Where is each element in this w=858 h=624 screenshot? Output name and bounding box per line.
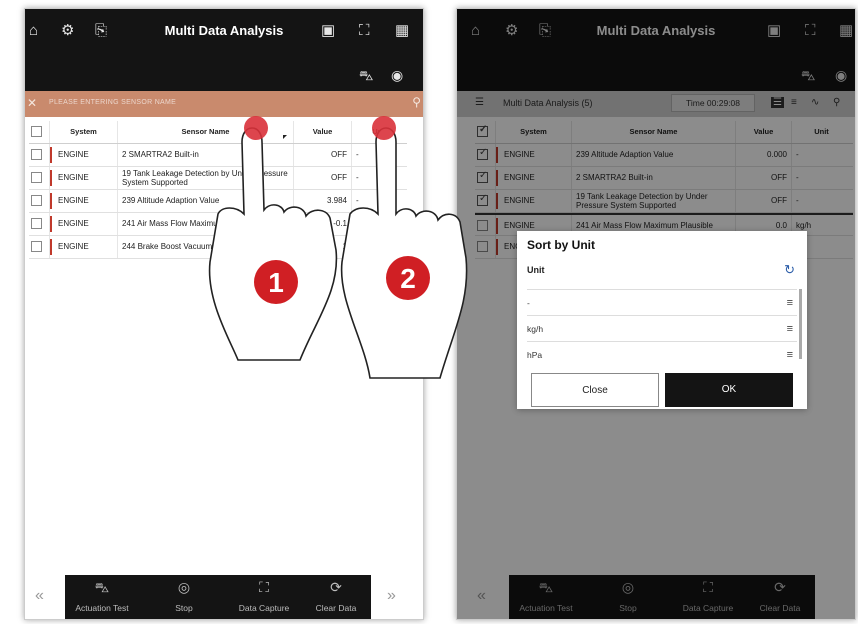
table-header: System Sensor Name Value Unit [29,121,407,144]
stop-icon: ◎ [177,579,191,595]
table-row[interactable]: ENGINE 241 Air Mass Flow Maximum Plausib… [29,213,407,236]
chevron-right-icon[interactable]: » [387,587,396,605]
grid-icon[interactable]: ▦ [395,23,409,39]
table-row[interactable]: ENGINE 244 Brake Boost Vacuum 1 [29,236,407,259]
sort-option[interactable]: - ≡ [527,289,797,315]
stop-button[interactable]: ◎ Stop [149,579,219,613]
system-cell: ENGINE [58,219,89,228]
unit-cell: - [351,167,407,189]
sensor-cell: 241 Air Mass Flow Maximum Plausible [117,213,293,235]
unit-cell: - [351,190,407,212]
table-row[interactable]: ENGINE 239 Altitude Adaption Value 3.984… [29,190,407,213]
row-checkbox[interactable] [31,172,42,183]
sort-option[interactable]: hPa ≡ [527,341,797,367]
sort-option-label: hPa [527,350,543,360]
top-bar: ⌂ ⚙ ⎘ Multi Data Analysis ▣ ⛶ ▦ [25,9,423,59]
drag-handle-icon[interactable]: ≡ [787,290,793,316]
table-row[interactable]: ENGINE 19 Tank Leakage Detection by Unde… [29,167,407,190]
value-cell: -0.1 [293,213,351,235]
search-input[interactable]: PLEASE ENTERING SENSOR NAME [49,99,176,106]
sensor-cell: 2 SMARTRA2 Built-in [117,144,293,166]
unit-cell [351,236,407,258]
bottom-toolbar: ⛍ Actuation Test ◎ Stop ⛶ Data Capture ⟳ Cle… [65,575,371,619]
unit-cell: - [351,144,407,166]
row-checkbox[interactable] [31,195,42,206]
sort-option[interactable]: kg/h ≡ [527,315,797,341]
sensor-cell: 19 Tank Leakage Detection by Under Press… [117,167,293,189]
sensor-table: System Sensor Name Value Unit ENGINE 2 S… [29,121,407,259]
actuation-test-button[interactable]: ⛍ Actuation Test [67,579,137,613]
system-cell: ENGINE [58,173,89,182]
screen-icon[interactable]: ▣ [321,23,335,39]
value-cell: 1 [293,236,351,258]
drag-handle-icon[interactable]: ≡ [787,316,793,342]
dialog-title: Sort by Unit [527,238,595,252]
sort-indicator-icon [283,135,287,139]
gauge-icon[interactable]: ◉ [391,67,403,84]
row-checkbox[interactable] [31,218,42,229]
capture-icon: ⛶ [259,579,269,595]
sensor-cell: 244 Brake Boost Vacuum [117,236,293,258]
col-system[interactable]: System [49,121,117,143]
system-cell: ENGINE [58,196,89,205]
sort-option-label: - [527,298,530,308]
row-checkbox[interactable] [31,149,42,160]
fullscreen-icon[interactable]: ⛶ [359,23,370,39]
sensor-cell: 239 Altitude Adaption Value [117,190,293,212]
right-tablet-screen: ⌂ ⚙ ⎘ Multi Data Analysis ▣ ⛶ ▦ ⛍ ◉ ☰ Mu… [456,8,856,620]
sub-toolbar: ⛍ ◉ [25,59,423,91]
drag-handle-icon[interactable]: ≡ [787,342,793,368]
col-sensor-name[interactable]: Sensor Name [117,121,293,143]
search-icon[interactable]: ⚲ [412,95,421,109]
sensor-search-bar[interactable]: ✕ PLEASE ENTERING SENSOR NAME ⚲ [25,91,423,117]
chevron-left-icon[interactable]: « [35,587,44,605]
ok-button[interactable]: OK [665,373,793,407]
select-all-checkbox[interactable] [31,126,42,137]
car-check-icon[interactable]: ⛍ [359,67,373,86]
system-cell: ENGINE [58,242,89,251]
value-cell: OFF [293,144,351,166]
dialog-column-header: Unit ↻ [527,262,797,287]
data-capture-button[interactable]: ⛶ Data Capture [229,579,299,613]
value-cell: 3.984 [293,190,351,212]
sort-by-unit-dialog: Sort by Unit Unit ↻ - ≡ kg/h ≡ hPa ≡ Clo… [517,231,807,409]
close-button[interactable]: Close [531,373,659,407]
system-cell: ENGINE [58,150,89,159]
col-unit[interactable]: Unit [351,121,407,143]
col-value[interactable]: Value [293,121,351,143]
refresh-icon: ⟳ [330,579,342,595]
row-checkbox[interactable] [31,241,42,252]
sort-option-label: kg/h [527,324,544,334]
unit-cell: kg/h [351,213,407,235]
left-tablet-screen: ⌂ ⚙ ⎘ Multi Data Analysis ▣ ⛶ ▦ ⛍ ◉ ✕ PL… [24,8,424,620]
dialog-header-label: Unit [527,265,545,275]
value-cell: OFF [293,167,351,189]
dialog-scrollbar[interactable] [799,289,802,359]
clear-data-button[interactable]: ⟳ Clear Data [301,579,371,613]
close-icon[interactable]: ✕ [27,96,37,110]
table-row[interactable]: ENGINE 2 SMARTRA2 Built-in OFF - [29,144,407,167]
refresh-icon[interactable]: ↻ [784,262,795,278]
actuation-icon: ⛍ [94,579,110,595]
